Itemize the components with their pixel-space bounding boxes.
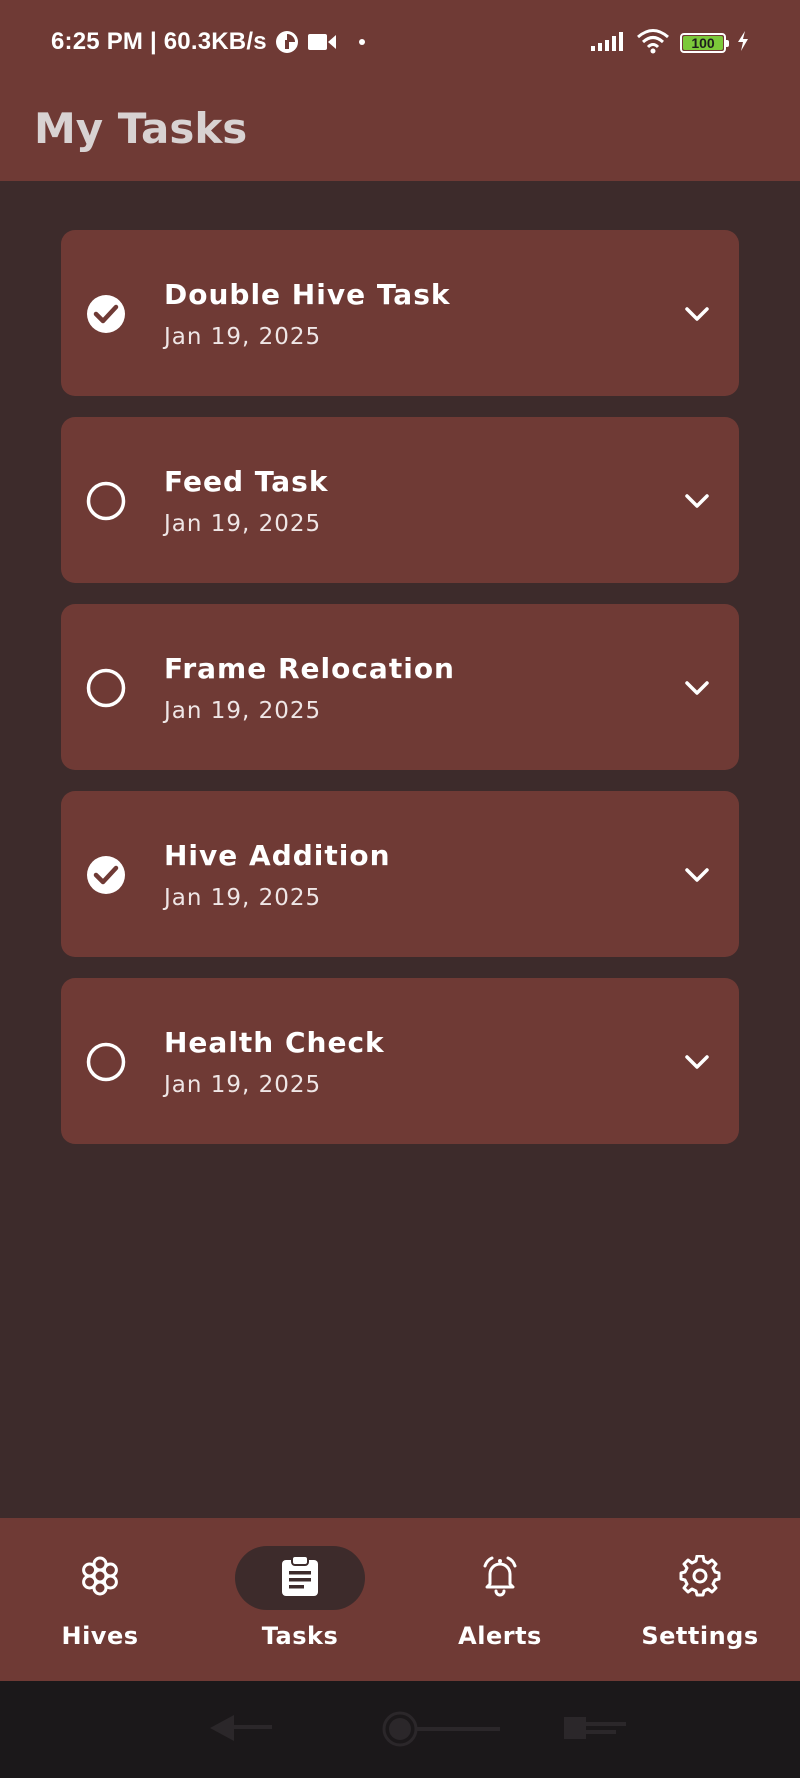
task-card[interactable]: Frame Relocation Jan 19, 2025 (61, 604, 739, 770)
nav-label: Tasks (261, 1622, 339, 1650)
task-card[interactable]: Hive Addition Jan 19, 2025 (61, 791, 739, 957)
task-title: Health Check (164, 1026, 385, 1059)
task-card[interactable]: Health Check Jan 19, 2025 (61, 978, 739, 1144)
chevron-down-icon[interactable] (683, 861, 711, 889)
task-title: Feed Task (164, 465, 329, 498)
app-bar: My Tasks (0, 86, 800, 181)
battery-indicator: 100 (680, 33, 729, 53)
task-list: Double Hive Task Jan 19, 2025 Feed Task … (61, 230, 739, 1165)
checked-circle-icon[interactable] (86, 855, 126, 895)
status-left: 6:25 PM | 60.3KB/s (51, 28, 365, 56)
charging-icon (736, 30, 750, 56)
task-title: Hive Addition (164, 839, 391, 872)
back-icon[interactable] (208, 1712, 274, 1748)
nav-label: Alerts (458, 1622, 542, 1650)
chevron-down-icon[interactable] (683, 487, 711, 515)
chevron-down-icon[interactable] (683, 1048, 711, 1076)
nav-item-settings[interactable]: Settings (600, 1518, 800, 1681)
bottom-nav: Hives Tasks Alerts Settings (0, 1518, 800, 1681)
home-icon[interactable] (382, 1710, 502, 1754)
nav-label: Hives (61, 1622, 139, 1650)
task-date: Jan 19, 2025 (164, 885, 322, 911)
system-nav-bar (0, 1681, 800, 1778)
nav-item-hives[interactable]: Hives (0, 1518, 200, 1681)
nav-icon-container (435, 1546, 565, 1610)
hive-icon (79, 1555, 121, 1601)
checked-circle-icon[interactable] (86, 294, 126, 334)
page-title: My Tasks (34, 104, 248, 153)
clipboard-icon (280, 1555, 320, 1601)
empty-circle-icon[interactable] (86, 668, 126, 708)
chevron-down-icon[interactable] (683, 674, 711, 702)
bell-icon (478, 1554, 522, 1602)
signal-icon (590, 30, 626, 56)
notification-dot-icon (358, 39, 365, 45)
empty-circle-icon[interactable] (86, 481, 126, 521)
nav-label: Settings (641, 1622, 759, 1650)
task-card[interactable]: Feed Task Jan 19, 2025 (61, 417, 739, 583)
nav-icon-container (235, 1546, 365, 1610)
task-date: Jan 19, 2025 (164, 1072, 322, 1098)
nav-icon-container (35, 1546, 165, 1610)
gear-icon (679, 1554, 721, 1601)
video-camera-icon (307, 31, 337, 53)
status-bar: 6:25 PM | 60.3KB/s 100 (0, 0, 800, 86)
empty-circle-icon[interactable] (86, 1042, 126, 1082)
status-time-speed: 6:25 PM | 60.3KB/s (51, 28, 267, 55)
nav-item-tasks[interactable]: Tasks (200, 1518, 400, 1681)
status-right: 100 (590, 28, 750, 58)
wifi-icon (636, 28, 670, 58)
nav-item-alerts[interactable]: Alerts (400, 1518, 600, 1681)
task-card[interactable]: Double Hive Task Jan 19, 2025 (61, 230, 739, 396)
data-saver-icon (275, 30, 299, 54)
task-title: Frame Relocation (164, 652, 455, 685)
task-date: Jan 19, 2025 (164, 698, 322, 724)
task-date: Jan 19, 2025 (164, 324, 322, 350)
recents-icon[interactable] (562, 1714, 628, 1746)
battery-level: 100 (691, 35, 715, 51)
nav-icon-container (635, 1546, 765, 1610)
chevron-down-icon[interactable] (683, 300, 711, 328)
task-title: Double Hive Task (164, 278, 451, 311)
task-date: Jan 19, 2025 (164, 511, 322, 537)
